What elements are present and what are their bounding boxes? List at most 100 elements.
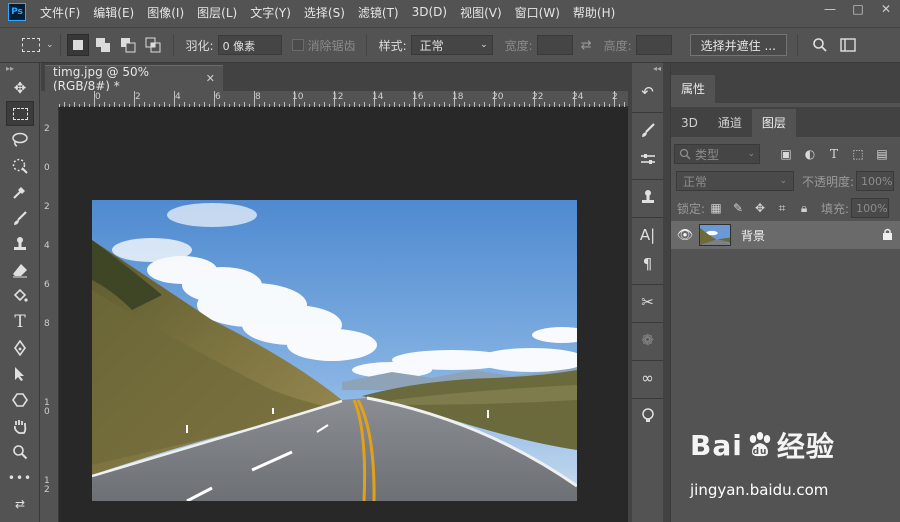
more-tools-icon[interactable]: ••• — [6, 465, 34, 490]
height-input[interactable] — [635, 35, 672, 55]
shape-tool-icon[interactable] — [6, 387, 34, 412]
minimize-button[interactable]: — — [816, 0, 844, 18]
paint-bucket-icon — [13, 288, 28, 302]
brush-settings-icon[interactable] — [632, 117, 663, 143]
move-tool-icon[interactable]: ✥ — [6, 75, 34, 100]
horizontal-ruler[interactable]: 0 2 4 6 8 10 12 14 16 18 20 22 24 2 — [59, 91, 628, 107]
quick-selection-tool-icon[interactable] — [6, 153, 34, 178]
adjustments-icon[interactable] — [632, 146, 663, 172]
lock-all-icon[interactable]: 🔒︎ — [793, 198, 815, 218]
document-image[interactable] — [92, 200, 577, 501]
vertical-ruler[interactable]: 2 0 2 4 6 8 1 0 1 2 — [41, 107, 59, 522]
search-icon[interactable] — [812, 37, 828, 53]
tab-channels[interactable]: 通道 — [708, 109, 752, 137]
tool-presets-icon[interactable]: ✂ — [632, 289, 663, 315]
menu-window[interactable]: 窗口(W) — [515, 4, 560, 21]
layer-filter-select[interactable]: 类型 ⌄ — [674, 144, 760, 164]
add-to-selection-button[interactable] — [92, 34, 114, 56]
hand-tool-icon[interactable] — [6, 413, 34, 438]
fill-input[interactable]: 100% — [851, 198, 890, 218]
add-selection-icon — [95, 38, 110, 52]
layer-row-background[interactable]: 👁︎ 背景 — [671, 221, 900, 249]
document-tab[interactable]: timg.jpg @ 50%(RGB/8#) * ✕ — [45, 65, 223, 93]
panel-dock-icons: ◂◂ ↶ A| ¶ ✂ ❁ ∞ — [628, 63, 670, 522]
feather-input[interactable]: 0 像素 — [217, 35, 282, 55]
tab-properties[interactable]: 属性 — [671, 75, 716, 103]
filter-pixel-icon[interactable]: ▣ — [774, 144, 798, 164]
ruler-label: 14 — [372, 92, 384, 102]
lock-image-pixels-icon[interactable]: ✎ — [727, 198, 749, 218]
road-landscape-photo — [92, 200, 577, 501]
glyphs-icon[interactable]: ❁ — [632, 327, 663, 353]
lock-artboard-icon[interactable]: ⌗ — [771, 198, 793, 218]
blend-mode-select[interactable]: 正常 ⌄ — [676, 171, 794, 191]
brand-right: 经验 — [776, 430, 835, 463]
stamp-tool-icon[interactable] — [6, 231, 34, 256]
intersect-selection-button[interactable] — [142, 34, 164, 56]
menu-layer[interactable]: 图层(L) — [197, 4, 237, 21]
menu-type[interactable]: 文字(Y) — [250, 4, 291, 21]
ruler-label: 6 — [44, 280, 50, 290]
select-and-mask-button[interactable]: 选择并遮住 ... — [689, 34, 787, 56]
antialias-checkbox[interactable] — [291, 39, 304, 51]
workspace-layout-icon[interactable] — [840, 38, 856, 52]
rectangular-marquee-tool-icon[interactable] — [6, 101, 34, 126]
filter-type-icon[interactable]: T — [822, 144, 846, 164]
tab-layers[interactable]: 图层 — [751, 109, 796, 137]
menu-select[interactable]: 选择(S) — [304, 4, 345, 21]
ruler-origin[interactable] — [41, 91, 59, 107]
close-tab-icon[interactable]: ✕ — [206, 72, 215, 85]
color-swatch-icon[interactable]: ⇄ — [6, 491, 34, 516]
tab-3d[interactable]: 3D — [671, 109, 708, 137]
lasso-tool-icon[interactable] — [6, 127, 34, 152]
menu-filter[interactable]: 滤镜(T) — [358, 4, 399, 21]
visibility-eye-icon[interactable]: 👁︎ — [671, 228, 699, 243]
lock-position-icon[interactable]: ✥ — [749, 198, 771, 218]
filter-shape-icon[interactable]: ⬚ — [846, 144, 870, 164]
ruler-label: 10 — [292, 92, 304, 102]
rectangular-marquee-preset-icon[interactable] — [22, 38, 40, 52]
pen-tool-icon[interactable] — [6, 335, 34, 360]
menu-help[interactable]: 帮助(H) — [573, 4, 615, 21]
ruler-label: 8 — [44, 319, 50, 329]
creative-cloud-icon[interactable]: ∞ — [632, 365, 663, 391]
crop-tool-icon[interactable] — [6, 179, 34, 204]
style-select[interactable]: 正常 ⌄ — [410, 35, 493, 55]
brush-group — [632, 113, 663, 180]
opacity-label: 不透明度: — [802, 174, 855, 189]
filter-smart-object-icon[interactable]: ▤ — [870, 144, 894, 164]
maximize-button[interactable]: □ — [844, 0, 872, 18]
opacity-input[interactable]: 100% — [856, 171, 895, 191]
menu-file[interactable]: 文件(F) — [40, 4, 80, 21]
subtract-from-selection-button[interactable] — [117, 34, 139, 56]
path-selection-tool-icon[interactable] — [6, 361, 34, 386]
brush-tool-icon[interactable] — [6, 205, 34, 230]
paint-bucket-tool-icon[interactable] — [6, 283, 34, 308]
lightbulb-icon[interactable] — [632, 403, 663, 429]
character-icon[interactable]: A| — [632, 222, 663, 248]
collapse-arrows-icon[interactable]: ▸▸ — [0, 63, 39, 75]
menu-3d[interactable]: 3D(D) — [412, 5, 447, 19]
swap-width-height-icon[interactable]: ⇄ — [581, 38, 592, 53]
new-selection-button[interactable] — [66, 34, 89, 56]
clone-source-icon[interactable] — [632, 184, 663, 210]
type-tool-icon[interactable]: T — [6, 309, 34, 334]
lock-label: 锁定: — [677, 201, 706, 216]
eraser-tool-icon[interactable] — [6, 257, 34, 282]
collapse-arrows-icon[interactable]: ◂◂ — [632, 63, 663, 75]
width-input[interactable] — [536, 35, 573, 55]
canvas-workspace[interactable] — [59, 107, 628, 522]
close-window-button[interactable]: ✕ — [872, 0, 900, 18]
intersect-selection-icon — [145, 37, 161, 53]
history-icon[interactable]: ↶ — [632, 79, 663, 105]
menu-edit[interactable]: 编辑(E) — [93, 4, 134, 21]
paragraph-icon[interactable]: ¶ — [632, 251, 663, 277]
menu-view[interactable]: 视图(V) — [460, 4, 502, 21]
menu-image[interactable]: 图像(I) — [147, 4, 184, 21]
lock-transparent-pixels-icon[interactable]: ▦ — [705, 198, 727, 218]
bulb-icon — [641, 408, 654, 422]
zoom-tool-icon[interactable] — [6, 439, 34, 464]
chevron-down-icon[interactable]: ⌄ — [46, 40, 54, 50]
filter-adjustment-icon[interactable]: ◐ — [798, 144, 822, 164]
ruler-label: 8 — [255, 92, 261, 102]
